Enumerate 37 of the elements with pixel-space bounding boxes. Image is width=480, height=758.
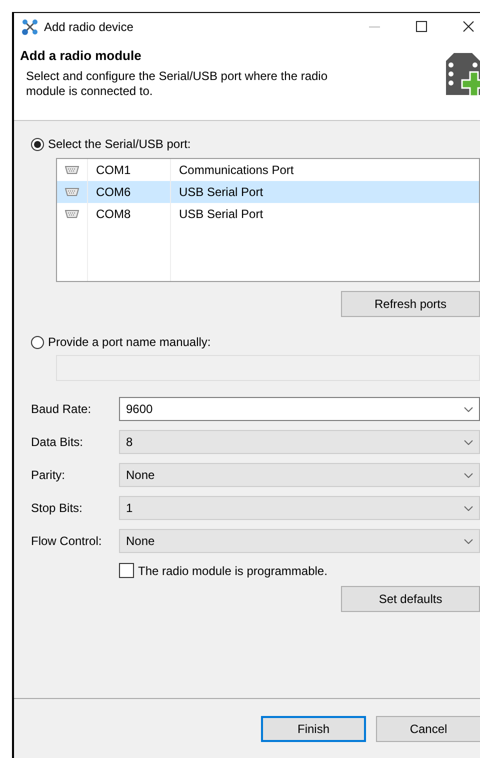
chevron-down-icon [464,440,473,444]
chevron-down-icon [464,472,473,478]
chevron-down-icon [464,538,473,544]
serial-port-icon [65,210,79,218]
set-defaults-button[interactable]: Set defaults [341,586,480,612]
port-description: USB Serial Port [178,185,264,199]
page-description: Select and configure the Serial/USB port where the radio module is connected to. [26,69,329,99]
port-name: COM6 [88,181,171,203]
port-name: COM8 [88,203,171,225]
maximize-icon[interactable] [416,21,427,32]
chevron-down-icon [464,406,473,412]
dropdown[interactable]: 9600 [119,397,480,421]
checkbox[interactable] [119,563,134,578]
port-row[interactable]: COM6 USB Serial Port [57,181,479,203]
dialog-button[interactable]: Finish [261,716,366,742]
port-description: USB Serial Port [178,207,264,221]
window-title: Add radio device [44,20,134,34]
field-label: Parity: [31,468,66,482]
field-label: Flow Control: [31,534,103,548]
close-icon[interactable] [463,21,474,32]
page-title: Add a radio module [20,48,142,63]
radio-label[interactable]: Select the Serial/USB port: [48,137,191,151]
field-label: Data Bits: [31,435,84,449]
field-label: Stop Bits: [31,501,84,515]
field-label: Baud Rate: [31,402,92,416]
serial-port-icon [65,188,79,196]
network-nodes-icon [21,18,39,36]
dialog-button[interactable]: Cancel [376,716,480,742]
radio-button[interactable] [31,138,44,150]
radio-label[interactable]: Provide a port name manually: [48,335,211,349]
checkbox-label[interactable]: The radio module is programmable. [138,564,328,578]
serial-port-icon [65,166,79,174]
port-row[interactable]: COM8 USB Serial Port [57,203,479,225]
chevron-down-icon [464,506,473,510]
radio-button[interactable] [31,336,44,348]
port-description: Communications Port [178,163,294,177]
refresh-ports-button[interactable]: Refresh ports [341,291,480,317]
